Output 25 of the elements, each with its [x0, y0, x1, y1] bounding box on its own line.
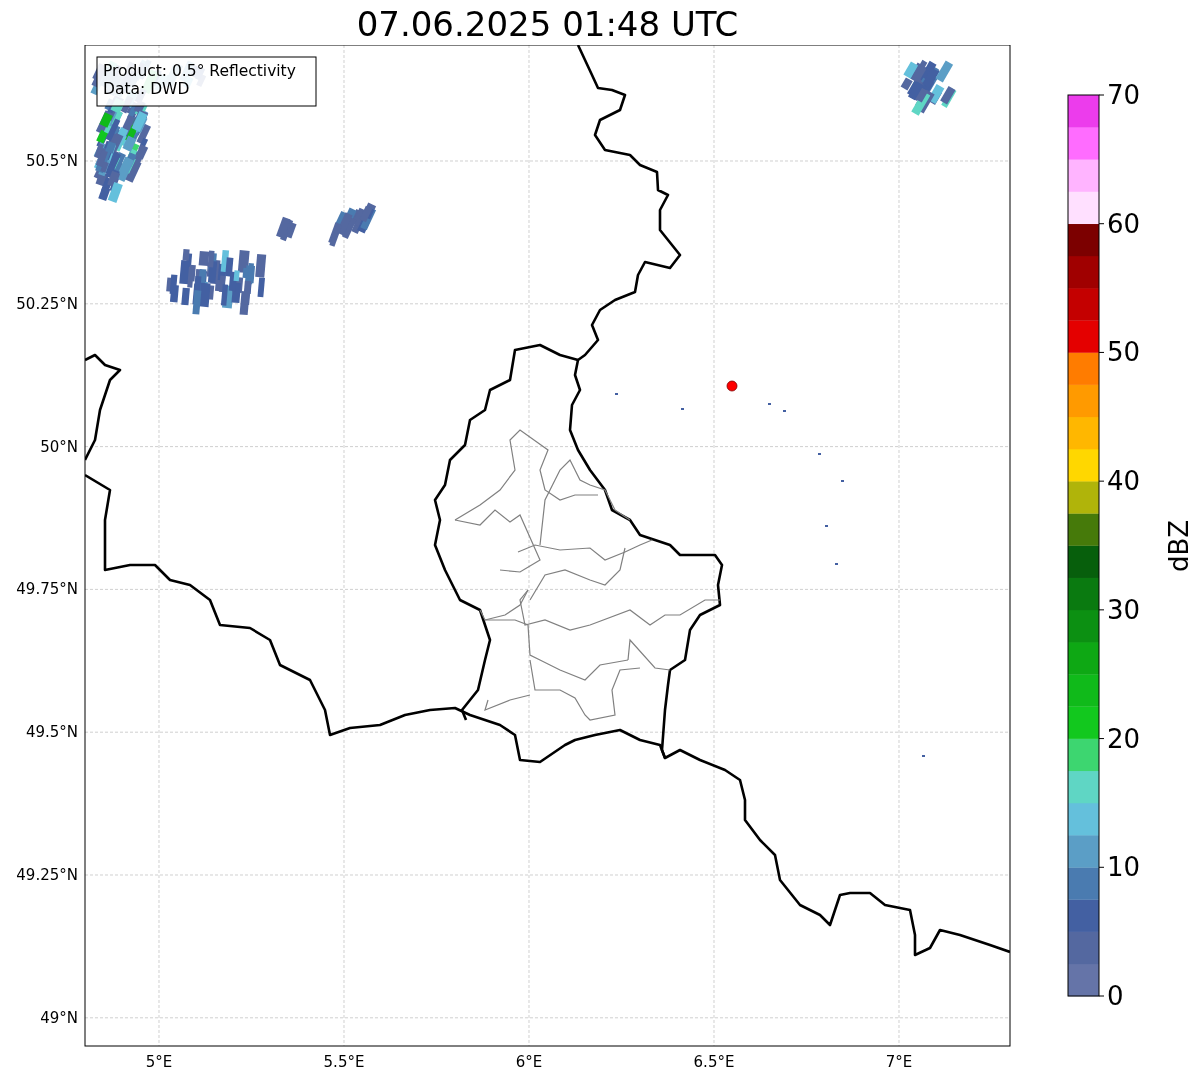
latitude-label: 49.25°N — [16, 866, 78, 884]
radar-site-marker — [726, 380, 738, 392]
tick-label: 10 — [1107, 852, 1141, 883]
latitude-label: 50.5°N — [25, 152, 78, 170]
tick-label: 30 — [1107, 594, 1141, 625]
latitude-label: 50.25°N — [16, 294, 78, 313]
colorbar-label: dBZ — [1164, 519, 1194, 573]
longitude-label: 6°E — [515, 1053, 543, 1071]
info-text: Data: DWD — [103, 80, 190, 98]
longitude-label: 6.5°E — [693, 1053, 735, 1071]
tick-label: 40 — [1107, 466, 1141, 497]
chart-title: 07.06.2025 01:48 UTC — [356, 3, 739, 45]
info-text: Product: 0.5° Reflectivity — [103, 62, 296, 80]
tick-label: 60 — [1107, 208, 1141, 239]
latitude-label: 49°N — [40, 1008, 78, 1027]
tick-label: 0 — [1107, 981, 1124, 1011]
tick-label: 20 — [1107, 723, 1141, 754]
tick-label: 50 — [1107, 337, 1141, 368]
latitude-label: 49.75°N — [16, 580, 78, 599]
longitude-label: 5.5°E — [323, 1053, 365, 1071]
tick-label: 70 — [1107, 80, 1141, 110]
latitude-label: 50°N — [40, 437, 78, 456]
latitude-label: 49.5°N — [25, 723, 78, 742]
longitude-label: 5°E — [145, 1053, 173, 1071]
longitude-label: 7°E — [885, 1053, 913, 1071]
